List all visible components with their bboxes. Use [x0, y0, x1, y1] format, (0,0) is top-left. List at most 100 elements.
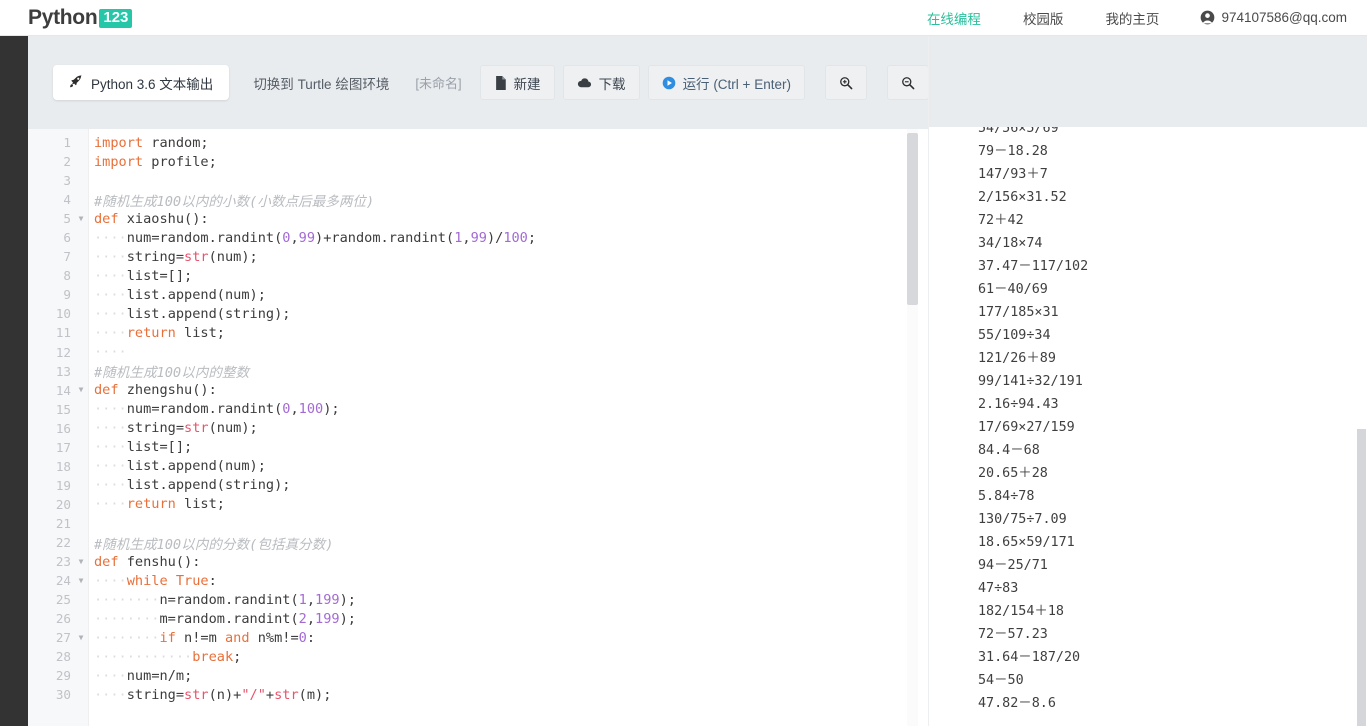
nav-item-my-homepage[interactable]: 我的主页 — [1084, 8, 1180, 28]
code-line[interactable]: 16 ····string=str(num); — [28, 419, 928, 438]
file-icon — [494, 75, 507, 90]
output-vertical-scrollbar-thumb[interactable] — [1357, 429, 1366, 726]
brand-logo[interactable]: Python 123 — [28, 6, 133, 29]
code-line[interactable]: 18 ····list.append(num); — [28, 457, 928, 476]
output-line: 31.64－187/20 — [978, 650, 1081, 665]
switch-to-turtle-button[interactable]: 切换到 Turtle 绘图环境 — [239, 65, 403, 100]
user-email-label: 974107586@qq.com — [1221, 10, 1347, 25]
code-editor[interactable]: 1 import random; 2 import profile; 3 4 #随机生成10… — [28, 129, 928, 726]
line-number: 4 — [63, 192, 71, 208]
code-line[interactable]: 9 ····list.append(num); — [28, 285, 928, 304]
user-account-menu[interactable]: 974107586@qq.com — [1180, 10, 1351, 25]
code-line[interactable]: 15 ····num=random.randint(0,100); — [28, 400, 928, 419]
fold-triangle-icon[interactable]: ▼ — [73, 633, 89, 642]
line-number: 30 — [55, 687, 71, 703]
code-line[interactable]: 17 ····list=[]; — [28, 438, 928, 457]
fold-triangle-icon[interactable]: ▼ — [73, 576, 89, 585]
output-line: 94－25/71 — [978, 558, 1048, 573]
code-line[interactable]: 30 ····string=str(n)+"/"+str(m); — [28, 685, 928, 704]
output-line: 2/156×31.52 — [978, 190, 1067, 205]
line-number: 24 — [55, 573, 71, 589]
top-header: Python 123 在线编程 校园版 我的主页 974107586@qq.com — [0, 0, 1367, 36]
code-line[interactable]: 13 #随机生成100以内的整数 — [28, 362, 928, 382]
code-line-text: ···· — [94, 344, 127, 361]
line-number: 14 — [55, 382, 71, 398]
code-line[interactable]: 25 ········n=random.randint(1,199); — [28, 590, 928, 609]
line-number: 10 — [55, 306, 71, 322]
code-line-text: ····list.append(num); — [94, 286, 266, 303]
code-line-text: ····list=[]; — [94, 267, 193, 284]
toolbar-actions: 新建 下载 运行 (Ctrl + Enter) — [479, 65, 937, 100]
output-line: 61－40/69 — [978, 282, 1048, 297]
tab-python-text-output[interactable]: Python 3.6 文本输出 — [53, 65, 230, 100]
code-line[interactable]: 14 ▼ def zhengshu(): — [28, 381, 928, 400]
line-number: 15 — [55, 401, 71, 417]
editor-toolbar: Python 3.6 文本输出 切换到 Turtle 绘图环境 [未命名] 新建 — [28, 36, 929, 129]
code-line[interactable]: 7 ····string=str(num); — [28, 247, 928, 266]
run-label: 运行 (Ctrl + Enter) — [682, 76, 791, 92]
line-number: 5 — [63, 211, 71, 227]
editor-vertical-scrollbar-thumb[interactable] — [907, 133, 918, 305]
code-line[interactable]: 4 #随机生成100以内的小数(小数点后最多两位) — [28, 190, 928, 210]
code-line[interactable]: 8 ····list=[]; — [28, 266, 928, 285]
output-line: 2.16÷94.43 — [978, 397, 1059, 412]
output-line: 54/56×5/69 — [978, 127, 1059, 136]
code-line-text: import profile; — [94, 153, 217, 170]
code-line[interactable]: 26 ········m=random.randint(2,199); — [28, 609, 928, 628]
output-line: 37.47－117/102 — [978, 259, 1089, 274]
output-line: 72－57.23 — [978, 627, 1048, 642]
nav-item-online-coding[interactable]: 在线编程 — [906, 8, 1002, 28]
code-line-text: ····num=random.randint(0,100); — [94, 401, 340, 418]
nav-item-campus[interactable]: 校园版 — [1002, 8, 1085, 28]
code-line-text: ····string=str(num); — [94, 248, 258, 265]
run-button[interactable]: 运行 (Ctrl + Enter) — [647, 65, 805, 100]
code-line[interactable]: 22 #随机生成100以内的分数(包括真分数) — [28, 533, 928, 553]
fold-triangle-icon[interactable]: ▼ — [73, 214, 89, 223]
line-number: 9 — [63, 287, 71, 303]
code-line[interactable]: 2 import profile; — [28, 152, 928, 171]
code-line[interactable]: 10 ····list.append(string); — [28, 304, 928, 323]
output-line: 121/26＋89 — [978, 351, 1056, 366]
play-circle-icon — [662, 76, 676, 90]
code-line-text: ····list=[]; — [94, 439, 193, 456]
code-line[interactable]: 6 ····num=random.randint(0,99)+random.ran… — [28, 228, 928, 247]
code-line[interactable]: 21 — [28, 514, 928, 533]
code-line[interactable]: 3 — [28, 171, 928, 190]
code-line-text: ····return list; — [94, 496, 225, 513]
code-line[interactable]: 29 ····num=n/m; — [28, 666, 928, 685]
brand-text: Python — [28, 6, 98, 29]
output-line: 147/93＋7 — [978, 167, 1048, 182]
code-lines-container: 1 import random; 2 import profile; 3 4 #随机生成10… — [28, 133, 928, 704]
code-line[interactable]: 1 import random; — [28, 133, 928, 152]
output-panel: 54/56×5/69 79－18.28 147/93＋7 2/156×31.52 72＋… — [928, 36, 1367, 726]
code-line-text: ····list.append(string); — [94, 477, 291, 494]
code-line[interactable]: 5 ▼ def xiaoshu(): — [28, 209, 928, 228]
code-line[interactable]: 27 ▼ ········if n!=m and n%m!=0: — [28, 628, 928, 647]
line-number: 1 — [63, 135, 71, 151]
line-number: 13 — [55, 363, 71, 379]
fold-triangle-icon[interactable]: ▼ — [73, 386, 89, 394]
zoom-out-button[interactable] — [886, 65, 929, 100]
line-number: 7 — [63, 249, 71, 265]
code-line[interactable]: 19 ····list.append(string); — [28, 476, 928, 495]
code-line[interactable]: 20 ····return list; — [28, 495, 928, 514]
code-line-text: ········n=random.randint(1,199); — [94, 591, 356, 608]
code-line[interactable]: 28 ············break; — [28, 647, 928, 666]
output-console[interactable]: 54/56×5/69 79－18.28 147/93＋7 2/156×31.52 72＋… — [929, 127, 1367, 726]
download-label: 下载 — [598, 76, 626, 92]
output-line: 84.4－68 — [978, 443, 1040, 458]
code-line[interactable]: 23 ▼ def fenshu(): — [28, 552, 928, 571]
new-file-label: 新建 — [513, 76, 541, 92]
line-number: 11 — [55, 325, 71, 341]
code-line-text: #随机生成100以内的分数(包括真分数) — [94, 536, 334, 553]
new-file-button[interactable]: 新建 — [479, 65, 555, 100]
code-line[interactable]: 12 ···· — [28, 343, 928, 362]
download-button[interactable]: 下载 — [562, 65, 640, 100]
fold-triangle-icon[interactable]: ▼ — [73, 557, 89, 566]
cloud-download-icon — [577, 77, 592, 89]
line-number: 21 — [55, 515, 71, 531]
code-line[interactable]: 11 ····return list; — [28, 323, 928, 342]
code-line[interactable]: 24 ▼ ····while True: — [28, 571, 928, 590]
line-number: 25 — [55, 592, 71, 608]
zoom-in-button[interactable] — [824, 65, 867, 100]
